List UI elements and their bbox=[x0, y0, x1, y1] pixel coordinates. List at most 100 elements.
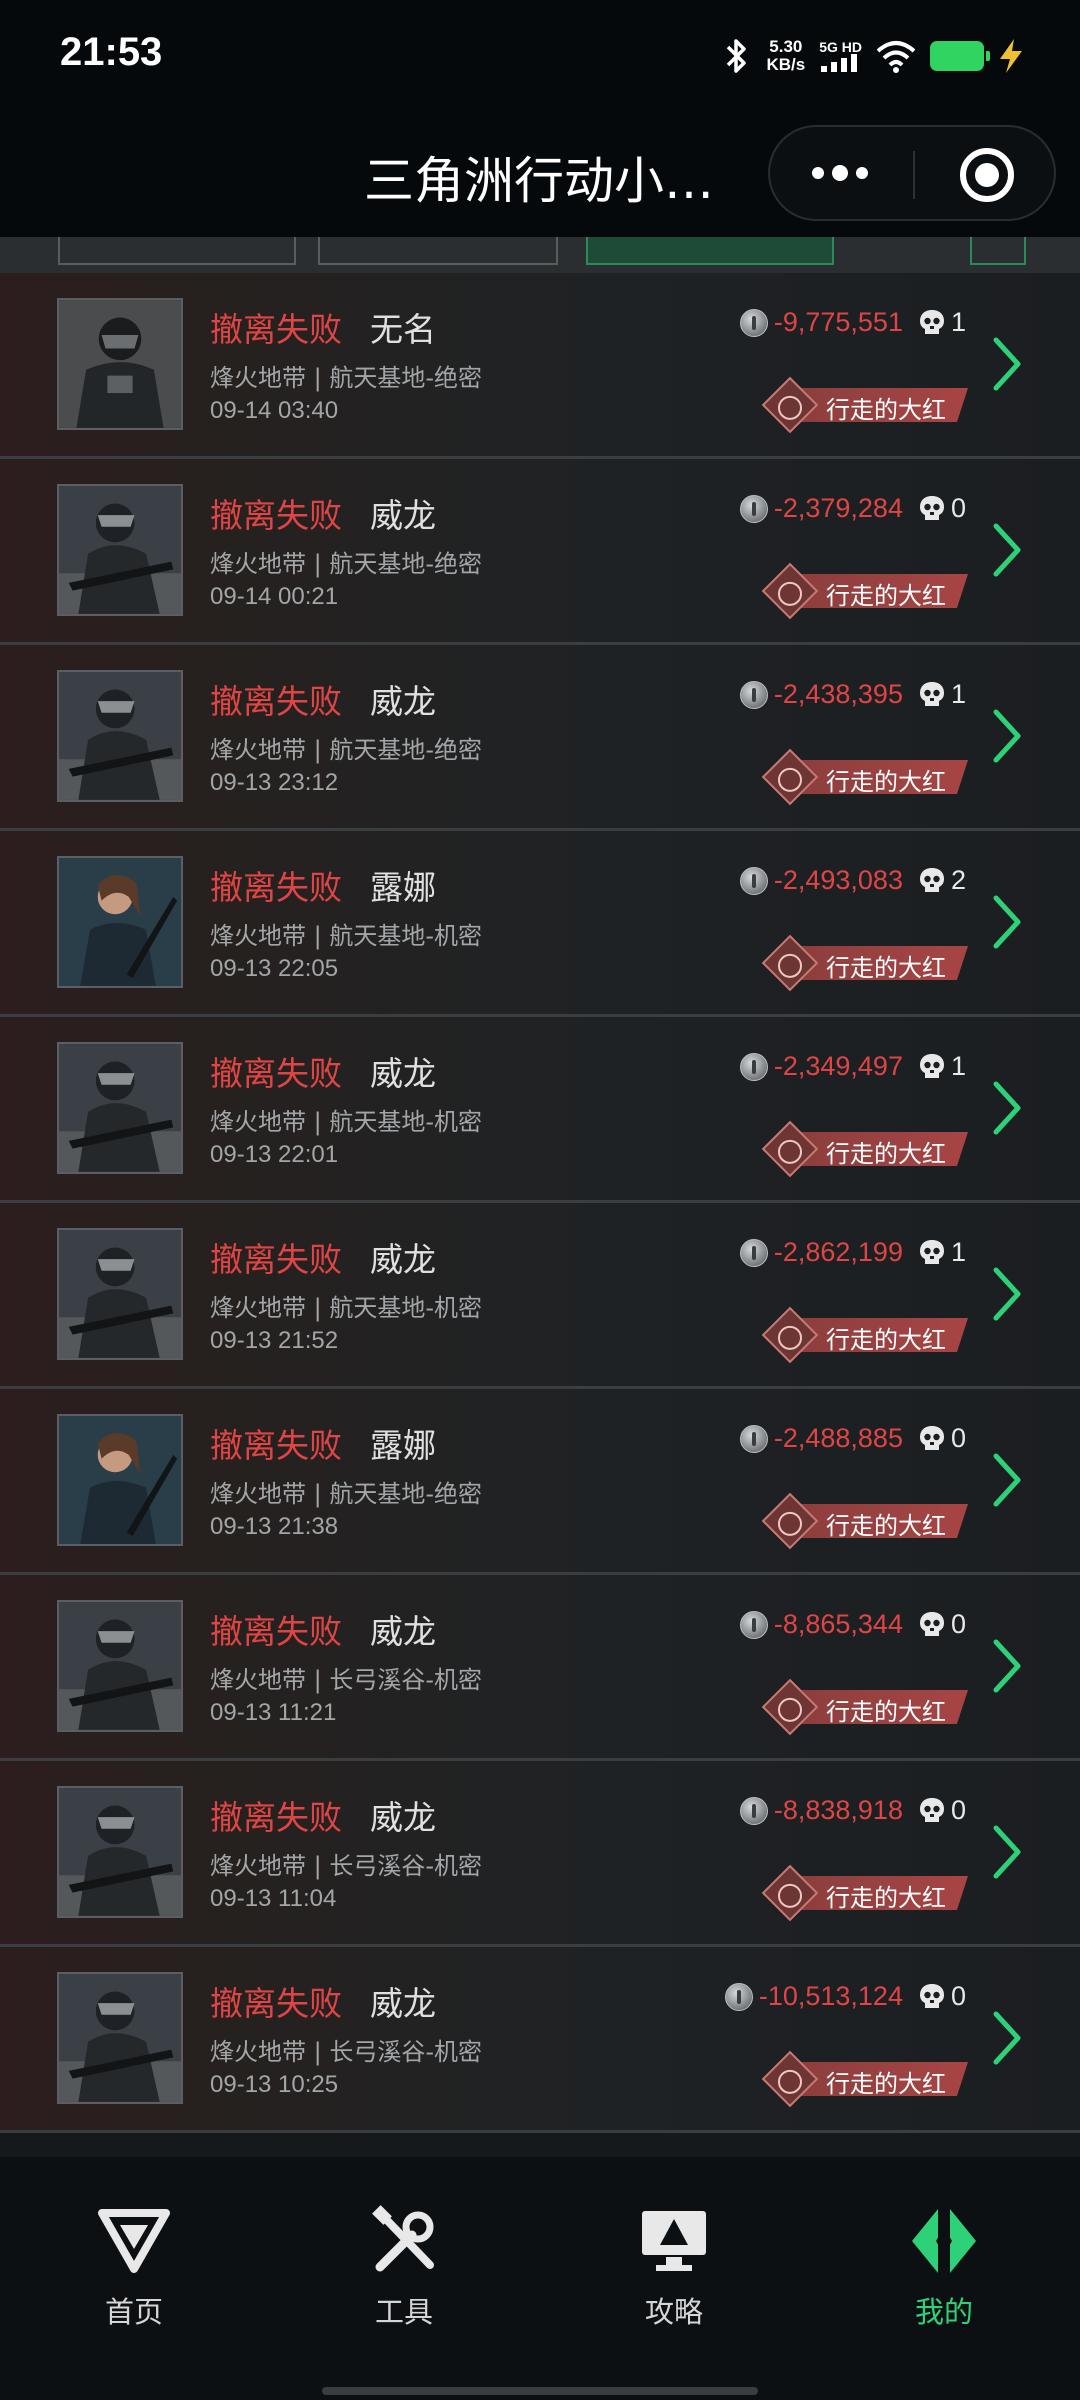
battery-icon bbox=[930, 41, 990, 71]
value-change: -2,379,284 bbox=[773, 493, 903, 523]
badge-emblem-icon bbox=[761, 376, 819, 434]
value-summary: -2,349,497 1 bbox=[739, 1051, 966, 1082]
extract-status: 撤离失败 bbox=[210, 1240, 342, 1279]
chevron-right-icon[interactable] bbox=[992, 336, 1022, 392]
value-change: -9,775,551 bbox=[773, 307, 903, 337]
kill-count: 0 bbox=[950, 1423, 966, 1453]
kill-count: 1 bbox=[950, 679, 966, 709]
badge-emblem-icon bbox=[761, 748, 819, 806]
close-target-icon[interactable] bbox=[960, 148, 1014, 202]
filter-strip-partial bbox=[0, 237, 1080, 273]
operator-name: 威龙 bbox=[370, 1240, 436, 1279]
kill-count: 1 bbox=[950, 1051, 966, 1081]
more-icon[interactable] bbox=[812, 165, 868, 181]
nav-home[interactable]: 首页 bbox=[34, 2205, 234, 2331]
kill-count: 1 bbox=[950, 307, 966, 337]
map-mode: 烽火地带 | 航天基地-绝密 bbox=[210, 550, 483, 578]
skull-icon bbox=[919, 1983, 944, 2008]
filter-tab-partial[interactable] bbox=[58, 237, 296, 265]
value-summary: -9,775,551 1 bbox=[739, 307, 966, 338]
coin-icon bbox=[739, 494, 768, 523]
extract-status: 撤离失败 bbox=[210, 1054, 342, 1093]
coin-icon bbox=[739, 680, 768, 709]
filter-tab-partial[interactable] bbox=[970, 237, 1026, 265]
map-mode: 烽火地带 | 长弓溪谷-机密 bbox=[210, 1852, 483, 1880]
status-bar: 21:53 5.30 KB/s 5G HD bbox=[0, 0, 1080, 115]
nav-tools[interactable]: 工具 bbox=[304, 2205, 504, 2331]
match-record-row[interactable]: 撤离失败 露娜 烽火地带 | 航天基地-机密 09-13 22:05 -2,49… bbox=[0, 831, 1080, 1017]
extract-status: 撤离失败 bbox=[210, 1612, 342, 1651]
badge-text: 行走的大红 bbox=[826, 954, 946, 982]
chevron-right-icon[interactable] bbox=[992, 708, 1022, 764]
operator-avatar bbox=[57, 1600, 183, 1732]
bottom-navigation: 首页 工具 攻略 我的 bbox=[0, 2157, 1080, 2400]
title-badge: 行走的大红 bbox=[761, 1864, 968, 1922]
chevron-right-icon[interactable] bbox=[992, 2010, 1022, 2066]
match-record-row[interactable]: 撤离失败 威龙 烽火地带 | 长弓溪谷-机密 09-13 11:04 -8,83… bbox=[0, 1761, 1080, 1947]
guide-monitor-icon bbox=[642, 2211, 706, 2271]
operator-name: 露娜 bbox=[370, 1426, 436, 1465]
match-time: 09-13 21:52 bbox=[210, 1327, 339, 1354]
extract-status: 撤离失败 bbox=[210, 868, 342, 907]
home-indicator[interactable] bbox=[322, 2387, 758, 2395]
chevron-right-icon[interactable] bbox=[992, 1080, 1022, 1136]
nav-guide[interactable]: 攻略 bbox=[574, 2205, 774, 2331]
match-record-row[interactable]: 撤离失败 威龙 烽火地带 | 航天基地-机密 09-13 22:01 -2,34… bbox=[0, 1017, 1080, 1203]
chevron-right-icon[interactable] bbox=[992, 1824, 1022, 1880]
match-time: 09-13 22:01 bbox=[210, 1141, 339, 1168]
badge-text: 行走的大红 bbox=[826, 396, 946, 424]
value-change: -8,838,918 bbox=[773, 1795, 903, 1825]
title-badge: 行走的大红 bbox=[761, 934, 968, 992]
badge-text: 行走的大红 bbox=[826, 1326, 946, 1354]
operator-name: 无名 bbox=[370, 310, 436, 349]
match-time: 09-13 22:05 bbox=[210, 955, 339, 982]
title-badge: 行走的大红 bbox=[761, 1492, 968, 1550]
filter-tab-partial[interactable] bbox=[318, 237, 558, 265]
map-mode: 烽火地带 | 航天基地-机密 bbox=[210, 922, 483, 950]
filter-tab-partial-active[interactable] bbox=[586, 237, 834, 265]
chevron-right-icon[interactable] bbox=[992, 522, 1022, 578]
value-summary: -2,379,284 0 bbox=[739, 493, 966, 524]
value-summary: -2,488,885 0 bbox=[739, 1423, 966, 1454]
skull-icon bbox=[919, 681, 944, 706]
title-badge: 行走的大红 bbox=[761, 562, 968, 620]
value-summary: -2,438,395 1 bbox=[739, 679, 966, 710]
chevron-right-icon[interactable] bbox=[992, 1452, 1022, 1508]
value-summary: -8,865,344 0 bbox=[739, 1609, 966, 1640]
badge-emblem-icon bbox=[761, 562, 819, 620]
match-record-row[interactable]: 撤离失败 威龙 烽火地带 | 航天基地-绝密 09-14 00:21 -2,37… bbox=[0, 459, 1080, 645]
signal-5g: 5G HD bbox=[819, 40, 862, 72]
match-time: 09-13 23:12 bbox=[210, 769, 339, 796]
chevron-right-icon[interactable] bbox=[992, 894, 1022, 950]
match-record-row[interactable]: 撤离失败 威龙 烽火地带 | 长弓溪谷-机密 09-13 10:25 -10,5… bbox=[0, 1947, 1080, 2133]
chevron-right-icon[interactable] bbox=[992, 1638, 1022, 1694]
value-change: -2,438,395 bbox=[773, 679, 903, 709]
match-record-row[interactable]: 撤离失败 威龙 烽火地带 | 长弓溪谷-机密 09-13 11:21 -8,86… bbox=[0, 1575, 1080, 1761]
badge-text: 行走的大红 bbox=[826, 1884, 946, 1912]
map-mode: 烽火地带 | 航天基地-绝密 bbox=[210, 364, 483, 392]
status-time: 21:53 bbox=[60, 30, 163, 74]
badge-text: 行走的大红 bbox=[826, 1512, 946, 1540]
nav-mine[interactable]: 我的 bbox=[844, 2205, 1044, 2331]
match-record-row[interactable]: 撤离失败 无名 烽火地带 | 航天基地-绝密 09-14 03:40 -9,77… bbox=[0, 273, 1080, 459]
value-summary: -2,862,199 1 bbox=[739, 1237, 966, 1268]
operator-avatar bbox=[57, 856, 183, 988]
badge-emblem-icon bbox=[761, 2050, 819, 2108]
nav-mine-label: 我的 bbox=[914, 2295, 973, 2329]
match-record-row[interactable]: 撤离失败 威龙 烽火地带 | 航天基地-绝密 09-13 23:12 -2,43… bbox=[0, 645, 1080, 831]
net-speed: 5.30 KB/s bbox=[766, 38, 805, 74]
chevron-right-icon[interactable] bbox=[992, 1266, 1022, 1322]
match-record-row[interactable]: 撤离失败 威龙 烽火地带 | 航天基地-机密 09-13 21:52 -2,86… bbox=[0, 1203, 1080, 1389]
extract-status: 撤离失败 bbox=[210, 310, 342, 349]
skull-icon bbox=[919, 1611, 944, 1636]
coin-icon bbox=[739, 1424, 768, 1453]
match-record-row[interactable]: 撤离失败 露娜 烽火地带 | 航天基地-绝密 09-13 21:38 -2,48… bbox=[0, 1389, 1080, 1575]
value-change: -2,488,885 bbox=[773, 1423, 903, 1453]
title-badge: 行走的大红 bbox=[761, 376, 968, 434]
skull-icon bbox=[919, 1239, 944, 1264]
coin-icon bbox=[739, 1052, 768, 1081]
match-time: 09-13 21:38 bbox=[210, 1513, 339, 1540]
badge-emblem-icon bbox=[761, 1864, 819, 1922]
title-badge: 行走的大红 bbox=[761, 1306, 968, 1364]
map-mode: 烽火地带 | 长弓溪谷-机密 bbox=[210, 1666, 483, 1694]
